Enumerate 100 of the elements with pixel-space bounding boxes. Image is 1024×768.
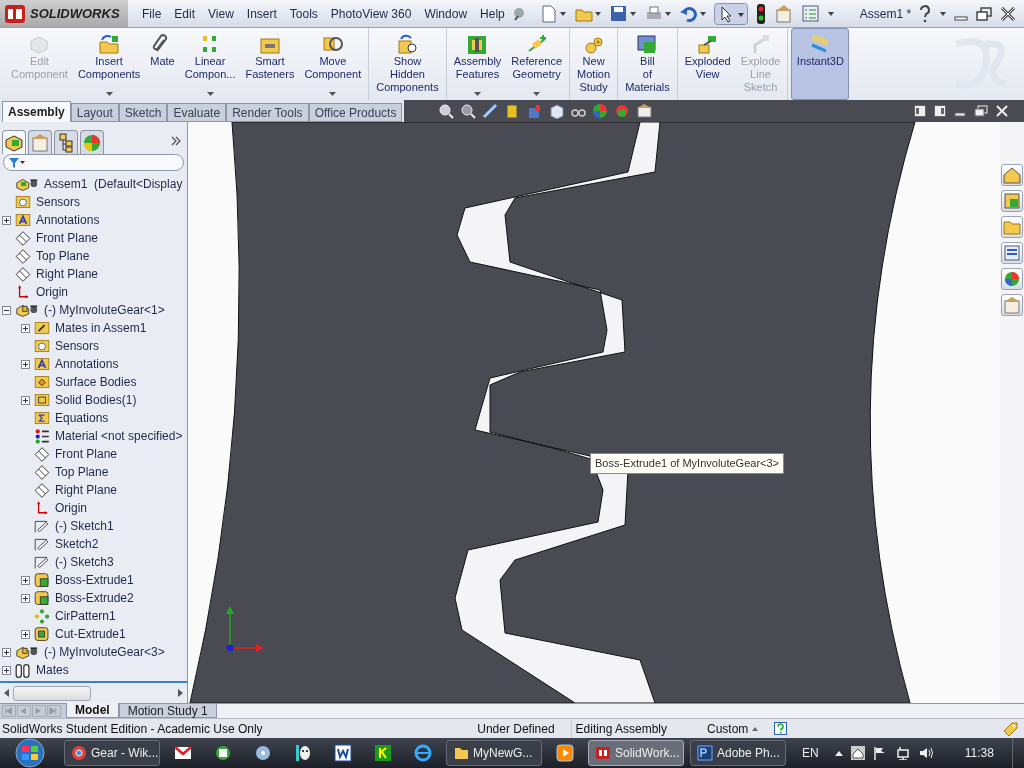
tree-item[interactable]: Annotations — [36, 211, 100, 229]
tree-item[interactable]: Surface Bodies — [55, 373, 137, 391]
tree-item[interactable]: Right Plane — [55, 481, 118, 499]
units-dropdown[interactable]: Custom — [707, 719, 759, 738]
previous-view-icon[interactable] — [482, 103, 499, 119]
network-icon[interactable] — [894, 746, 911, 760]
menu-item[interactable]: Edit — [168, 4, 202, 23]
command-button[interactable]: Exploded View — [680, 28, 735, 100]
tree-item[interactable]: Assem1 (Default<Display — [44, 175, 183, 193]
command-button[interactable]: Mate — [146, 28, 179, 100]
panel-tab[interactable] — [2, 130, 26, 154]
command-tab[interactable]: Office Products — [308, 103, 403, 122]
tree-item[interactable]: Boss-Extrude2 — [55, 589, 134, 607]
task-pane-tab[interactable] — [1001, 242, 1023, 264]
tag-icon[interactable] — [1002, 720, 1018, 737]
command-tab[interactable]: Sketch — [118, 103, 168, 122]
expander-icon[interactable] — [2, 305, 11, 315]
house-icon[interactable] — [850, 746, 865, 760]
menu-item[interactable]: PhotoView 360 — [324, 4, 418, 23]
command-tab[interactable]: Layout — [70, 103, 119, 122]
tree-item[interactable]: Cut-Extrude1 — [55, 625, 126, 643]
display-style-icon[interactable] — [548, 103, 565, 119]
bottom-tab[interactable]: Motion Study 1 — [118, 703, 217, 718]
taskbar-button[interactable]: Gear - Wik... — [64, 740, 160, 766]
task-pane-tab[interactable] — [1001, 164, 1023, 186]
mask-icon[interactable] — [294, 744, 312, 762]
language-indicator[interactable]: EN — [802, 744, 819, 762]
select-pointer-button[interactable] — [713, 2, 748, 25]
expander-icon[interactable] — [21, 395, 30, 405]
expander-icon[interactable] — [21, 323, 30, 333]
command-button[interactable]: Linear Compon... — [180, 28, 240, 100]
restore-icon[interactable] — [974, 105, 988, 117]
command-button[interactable]: Move Component — [300, 28, 366, 100]
checklist-icon[interactable] — [800, 4, 820, 23]
sync-icon[interactable] — [214, 744, 232, 762]
menu-item[interactable]: File — [136, 4, 168, 23]
tree-item[interactable]: Sensors — [55, 337, 100, 355]
command-tab[interactable]: Render Tools — [226, 103, 309, 122]
expander-icon[interactable] — [21, 575, 30, 585]
tree-item[interactable]: Top Plane — [36, 247, 90, 265]
taskbar-button[interactable]: MyNewG... — [446, 740, 542, 766]
expander-icon[interactable] — [21, 593, 30, 603]
taskbar-button[interactable]: Adobe Ph... — [690, 740, 786, 766]
caret-icon[interactable] — [827, 11, 834, 16]
scrollbar-thumb[interactable] — [13, 685, 91, 701]
tree-item[interactable]: Top Plane — [55, 463, 109, 481]
chevron-right-icon[interactable] — [171, 136, 181, 146]
tree-item[interactable]: (-) Sketch3 — [55, 553, 114, 571]
play-icon[interactable] — [556, 744, 574, 762]
tile-right-icon[interactable] — [934, 105, 946, 117]
disc-icon[interactable] — [254, 744, 272, 762]
help-icon[interactable] — [918, 4, 932, 23]
command-tab[interactable]: Evaluate — [167, 103, 227, 122]
taskbar-button[interactable]: SolidWork... — [588, 740, 684, 766]
command-button[interactable]: Reference Geometry — [507, 28, 567, 100]
command-button[interactable]: Assembly Features — [449, 28, 506, 100]
task-pane-tab[interactable] — [1001, 268, 1023, 290]
tree-item[interactable]: Mates — [36, 661, 69, 679]
caret-icon[interactable] — [699, 11, 706, 16]
save-icon[interactable] — [608, 4, 628, 23]
panel-tab[interactable] — [54, 130, 78, 154]
panel-tab[interactable] — [80, 130, 104, 154]
tree-item[interactable]: Right Plane — [36, 265, 99, 283]
tree-item[interactable]: CirPattern1 — [55, 607, 116, 625]
flag-icon[interactable] — [872, 746, 887, 760]
section-view-icon[interactable] — [504, 103, 521, 119]
bottom-tab[interactable]: Model — [66, 703, 119, 718]
view-settings-icon[interactable] — [636, 103, 653, 119]
tree-item[interactable]: Sensors — [36, 193, 81, 211]
volume-icon[interactable] — [918, 746, 935, 760]
command-tab[interactable]: Assembly — [2, 101, 71, 122]
undo-icon[interactable] — [678, 4, 698, 23]
tree-item[interactable]: Equations — [55, 409, 109, 427]
tree-item[interactable]: Front Plane — [55, 445, 118, 463]
menu-item[interactable]: View — [202, 4, 240, 23]
tile-left-icon[interactable] — [914, 105, 926, 117]
tree-item[interactable]: Front Plane — [36, 229, 99, 247]
scene-icon[interactable] — [614, 103, 631, 119]
tree-item[interactable]: Sketch2 — [55, 535, 99, 553]
caret-up-icon[interactable] — [834, 750, 843, 756]
zoom-fit-icon[interactable] — [438, 103, 455, 119]
browser-e-icon[interactable] — [414, 744, 432, 762]
tree-item[interactable]: Origin — [36, 283, 68, 301]
document-icon[interactable] — [334, 744, 352, 762]
tree-item[interactable]: (-) MyInvoluteGear<1> — [44, 301, 165, 319]
command-button[interactable]: Instant3D — [791, 28, 850, 100]
command-button[interactable]: Show Hidden Components — [372, 28, 443, 100]
restore-icon[interactable] — [976, 6, 992, 21]
tree-item[interactable]: (-) Sketch1 — [55, 517, 114, 535]
menu-item[interactable]: Help — [474, 4, 511, 23]
command-button[interactable]: New Motion Study — [573, 28, 615, 100]
expander-icon[interactable] — [2, 647, 11, 657]
tree-item[interactable]: Boss-Extrude1 — [55, 571, 134, 589]
tree-item[interactable]: (-) MyInvoluteGear<3> — [44, 643, 165, 661]
mail-icon[interactable] — [174, 744, 192, 762]
menu-item[interactable]: Insert — [240, 4, 283, 23]
caret-icon[interactable] — [594, 11, 601, 16]
appearance-icon[interactable] — [592, 103, 609, 119]
tree-item[interactable]: Origin — [55, 499, 87, 517]
tree-item[interactable]: Annotations — [55, 355, 119, 373]
